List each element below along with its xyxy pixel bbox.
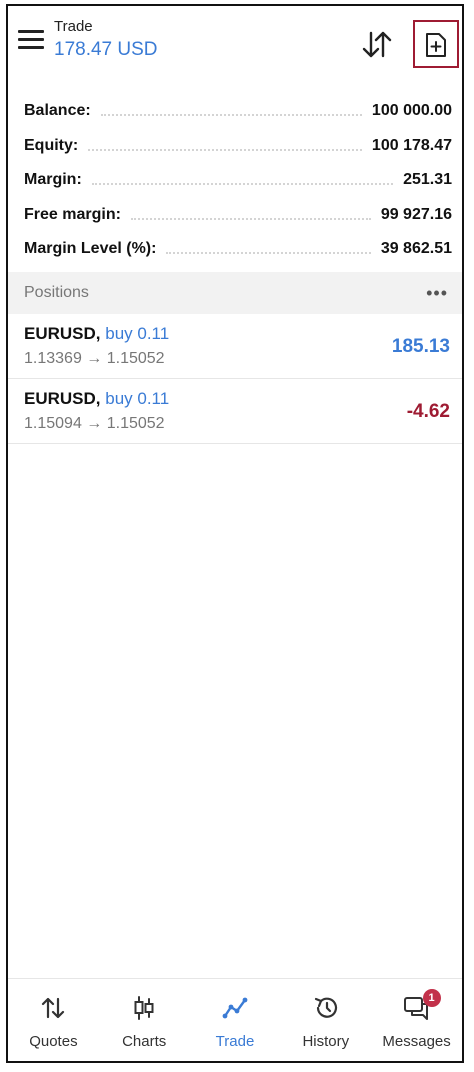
app-frame: Trade 178.47 USD Balance: 100 000.00 Equ…: [6, 4, 464, 1063]
history-icon: [314, 997, 337, 1018]
position-prices: 1.15094 → 1.15052: [24, 415, 165, 432]
position-symbol: EURUSD,: [24, 324, 101, 343]
page-title: Trade: [54, 18, 93, 35]
nav-item-charts[interactable]: Charts: [99, 979, 190, 1061]
nav-label: Quotes: [29, 1033, 78, 1050]
profit-subtitle: 178.47 USD: [54, 39, 158, 60]
dotted-leader: [166, 252, 371, 255]
summary-row-margin: Margin: 251.31: [8, 163, 462, 198]
summary-label: Equity:: [24, 136, 79, 154]
positions-list: EURUSD, buy 0.11 1.13369 → 1.15052 185.1…: [8, 314, 462, 444]
position-title: EURUSD, buy 0.11: [24, 324, 169, 344]
nav-label: Charts: [122, 1033, 167, 1050]
nav-label: History: [302, 1033, 350, 1050]
nav-item-trade[interactable]: Trade: [190, 979, 281, 1061]
top-bar: Trade 178.47 USD: [8, 6, 462, 88]
nav-item-history[interactable]: History: [280, 979, 371, 1061]
nav-label: Trade: [215, 1033, 255, 1050]
summary-value: 100 178.47: [371, 136, 452, 154]
summary-value: 39 862.51: [380, 240, 452, 258]
position-side: buy 0.11: [105, 324, 170, 343]
nav-item-quotes[interactable]: Quotes: [8, 979, 99, 1061]
trade-icon: [222, 997, 248, 1019]
new-order-button[interactable]: [413, 20, 459, 68]
positions-section-header: Positions •••: [8, 272, 462, 314]
sort-arrows-icon: [362, 31, 392, 58]
nav-label: Messages: [382, 1033, 451, 1050]
summary-value: 99 927.16: [380, 205, 452, 223]
dotted-leader: [91, 183, 394, 186]
position-row[interactable]: EURUSD, buy 0.11 1.15094 → 1.15052 -4.62: [8, 379, 462, 444]
summary-label: Free margin:: [24, 205, 121, 223]
position-profit: 185.13: [391, 336, 450, 357]
position-symbol: EURUSD,: [24, 389, 101, 408]
position-side: buy 0.11: [105, 389, 170, 408]
summary-label: Margin Level (%):: [24, 240, 157, 258]
unread-badge: 1: [422, 989, 441, 1007]
summary-label: Balance:: [24, 102, 91, 120]
summary-value: 251.31: [403, 171, 452, 189]
summary-value: 100 000.00: [371, 102, 452, 120]
summary-row-free-margin: Free margin: 99 927.16: [8, 198, 462, 233]
nav-item-messages[interactable]: 1 Messages: [371, 979, 462, 1061]
positions-label: Positions: [24, 284, 89, 301]
dotted-leader: [88, 148, 362, 151]
charts-icon: [134, 996, 154, 1020]
position-title: EURUSD, buy 0.11: [24, 389, 169, 409]
sort-button[interactable]: [360, 28, 394, 62]
dotted-leader: [100, 114, 362, 117]
position-profit: -4.62: [406, 401, 450, 422]
quotes-icon: [42, 997, 65, 1019]
position-row[interactable]: EURUSD, buy 0.11 1.13369 → 1.15052 185.1…: [8, 314, 462, 379]
summary-row-margin-level: Margin Level (%): 39 862.51: [8, 232, 462, 267]
summary-row-balance: Balance: 100 000.00: [8, 94, 462, 129]
bottom-navigation: Quotes Charts Trade History 1 Messages: [8, 978, 462, 1061]
summary-label: Margin:: [24, 171, 82, 189]
title-block: Trade 178.47 USD: [54, 18, 158, 61]
new-document-icon: [426, 33, 446, 57]
more-options-icon[interactable]: •••: [426, 283, 448, 304]
account-summary: Balance: 100 000.00 Equity: 100 178.47 M…: [8, 94, 462, 267]
dotted-leader: [130, 217, 371, 220]
position-prices: 1.13369 → 1.15052: [24, 350, 165, 367]
summary-row-equity: Equity: 100 178.47: [8, 129, 462, 164]
hamburger-menu-icon[interactable]: [18, 30, 44, 52]
